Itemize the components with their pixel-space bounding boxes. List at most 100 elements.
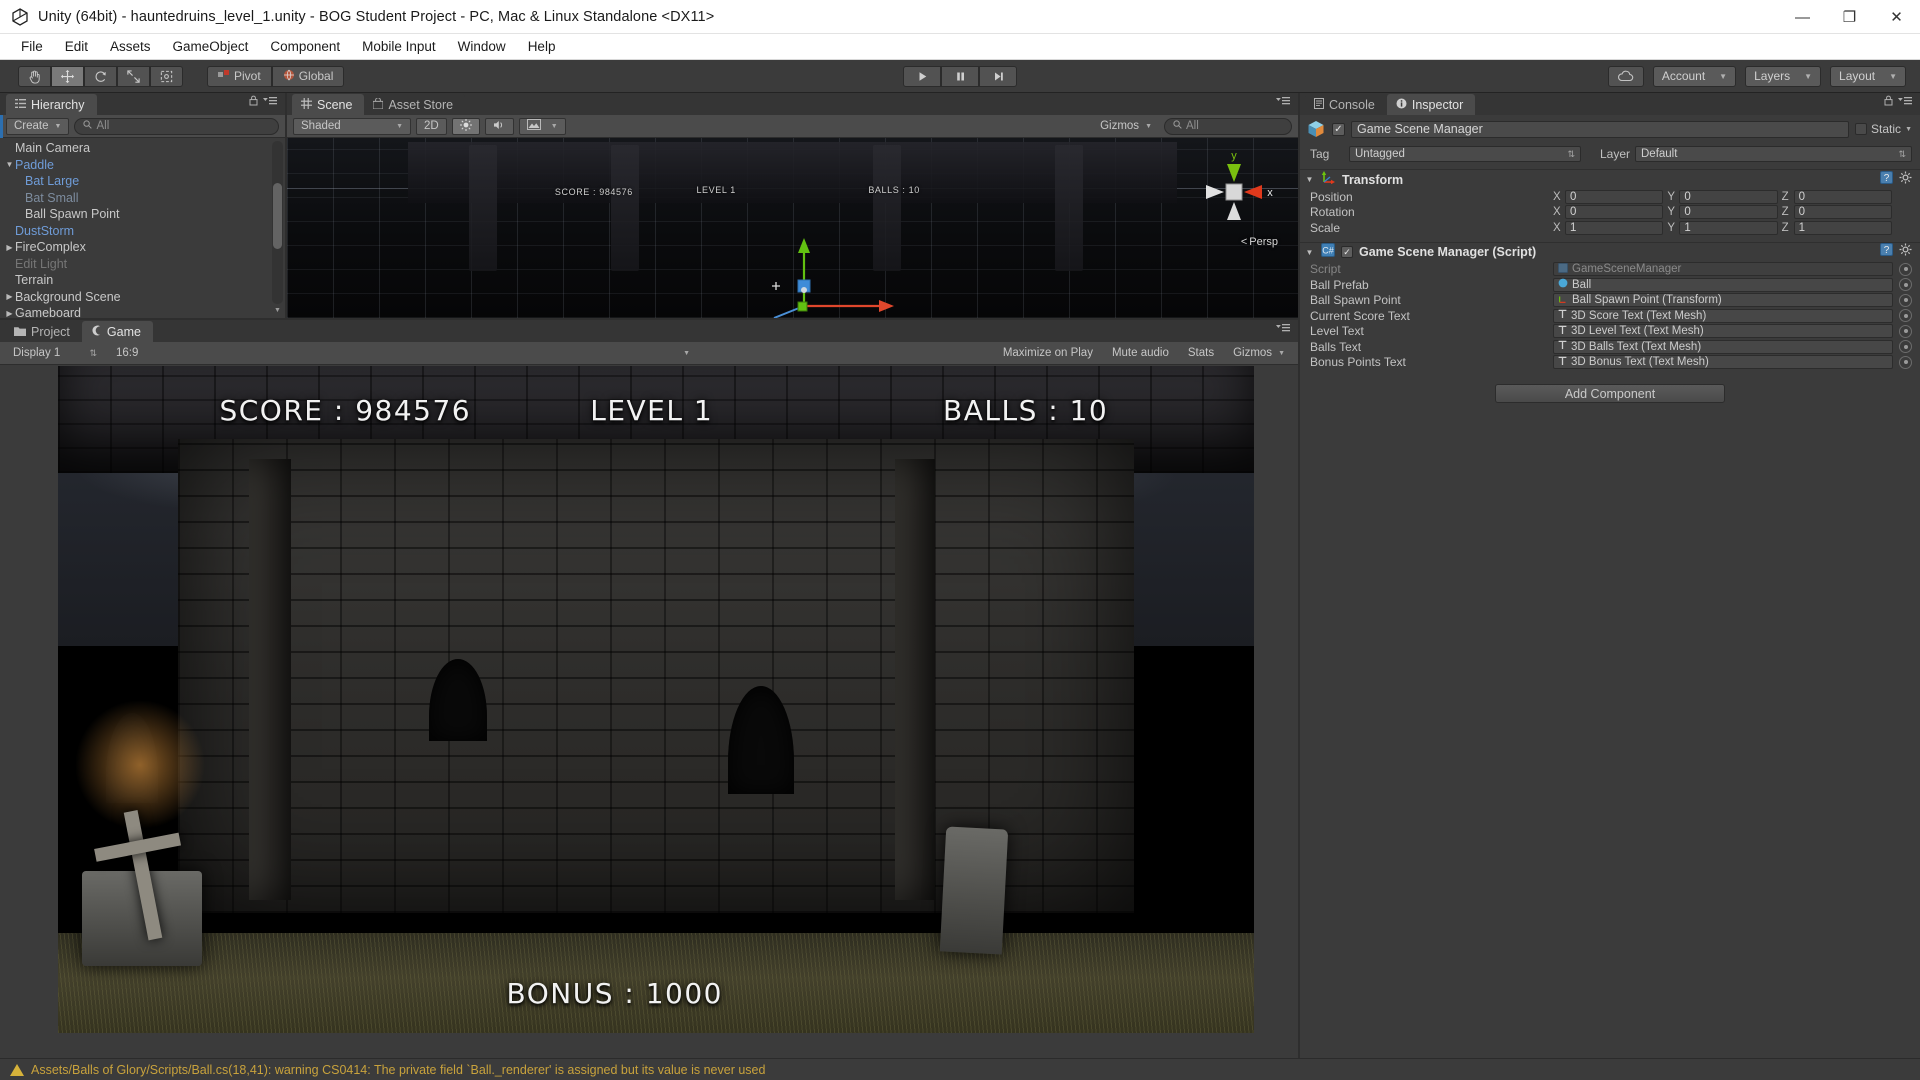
current-score-text-object-field[interactable]: 3D Score Text (Text Mesh): [1553, 308, 1893, 323]
menu-assets[interactable]: Assets: [99, 36, 162, 57]
foldout-icon[interactable]: ▼: [1304, 248, 1315, 257]
scene-search-input[interactable]: All: [1164, 117, 1292, 135]
hand-tool-button[interactable]: [18, 65, 51, 87]
cloud-icon[interactable]: [1607, 65, 1644, 87]
game-viewport[interactable]: SCORE : 984576 LEVEL 1 BALLS : 10 BONUS …: [58, 366, 1254, 1033]
close-button[interactable]: ✕: [1873, 0, 1920, 34]
play-button[interactable]: [903, 65, 941, 87]
gameobject-enabled-checkbox[interactable]: ✓: [1332, 122, 1345, 136]
script-object-field[interactable]: GameSceneManager: [1553, 262, 1893, 277]
scene-audio-toggle[interactable]: [484, 117, 514, 135]
pivot-button[interactable]: Pivot: [207, 65, 272, 87]
aspect-dropdown[interactable]: 16:9 ▼: [109, 345, 697, 362]
scene-move-gizmo[interactable]: [762, 224, 912, 318]
help-icon[interactable]: ?: [1880, 243, 1893, 261]
layout-dropdown[interactable]: Layout ▼: [1830, 65, 1906, 87]
component-header-transform[interactable]: ▼ Transform ?: [1300, 169, 1920, 189]
game-gizmos-dropdown[interactable]: Gizmos ▼: [1226, 345, 1292, 362]
bonus-points-text-object-field[interactable]: 3D Bonus Text (Text Mesh): [1553, 355, 1893, 370]
foldout-icon[interactable]: ▼: [4, 160, 15, 169]
foldout-icon[interactable]: ▼: [1304, 175, 1315, 184]
component-enabled-checkbox[interactable]: ✓: [1341, 246, 1353, 258]
step-button[interactable]: [979, 65, 1017, 87]
maximize-button[interactable]: ❐: [1826, 0, 1873, 34]
hierarchy-search-input[interactable]: All: [74, 117, 279, 135]
menu-gameobject[interactable]: GameObject: [162, 36, 260, 57]
ball-prefab-object-field[interactable]: Ball: [1553, 277, 1893, 292]
display-dropdown[interactable]: Display 1 ⇅: [6, 345, 104, 362]
help-icon[interactable]: ?: [1880, 170, 1893, 189]
component-tools[interactable]: ?: [1880, 243, 1912, 261]
gameobject-name-input[interactable]: Game Scene Manager: [1351, 120, 1850, 138]
mute-audio-toggle[interactable]: Mute audio: [1105, 345, 1176, 362]
tab-console[interactable]: Console: [1305, 94, 1387, 115]
component-header-game-scene-manager[interactable]: ▼ C# ✓ Game Scene Manager (Script) ?: [1300, 241, 1920, 262]
chevron-down-icon[interactable]: ▼: [1905, 126, 1912, 133]
scene-projection-label[interactable]: < Persp: [1241, 236, 1278, 248]
foldout-icon[interactable]: ▶: [4, 309, 15, 318]
hierarchy-item-bat-small[interactable]: Bat Small: [0, 190, 285, 207]
lock-icon[interactable]: [1884, 93, 1893, 111]
global-button[interactable]: Global: [271, 65, 345, 87]
hierarchy-item-duststorm[interactable]: DustStorm: [0, 223, 285, 240]
static-toggle[interactable]: Static ▼: [1855, 122, 1912, 136]
object-picker-button[interactable]: [1899, 262, 1912, 276]
inspector-tab-options[interactable]: [1884, 93, 1912, 111]
tab-game[interactable]: Game: [81, 321, 153, 342]
create-dropdown[interactable]: Create ▼: [6, 117, 70, 135]
rotate-tool-button[interactable]: [84, 65, 117, 87]
tab-hierarchy[interactable]: Hierarchy: [6, 94, 97, 115]
hierarchy-item-firecomplex[interactable]: ▶ FireComplex: [0, 239, 285, 256]
hierarchy-item-background-scene[interactable]: ▶ Background Scene: [0, 289, 285, 306]
component-tools[interactable]: ?: [1880, 170, 1912, 189]
account-dropdown[interactable]: Account ▼: [1652, 65, 1737, 87]
menu-component[interactable]: Component: [259, 36, 351, 57]
game-tab-options[interactable]: [1276, 320, 1290, 338]
object-picker-button[interactable]: [1899, 309, 1912, 323]
hierarchy-item-gameboard[interactable]: ▶ Gameboard: [0, 305, 285, 318]
scale-tool-button[interactable]: [117, 65, 150, 87]
hierarchy-item-ball-spawn-point[interactable]: Ball Spawn Point: [0, 206, 285, 223]
pause-button[interactable]: [941, 65, 979, 87]
tab-scene[interactable]: Scene: [292, 94, 365, 115]
object-picker-button[interactable]: [1899, 355, 1912, 369]
foldout-icon[interactable]: ▶: [4, 292, 15, 301]
stats-toggle[interactable]: Stats: [1181, 345, 1221, 362]
panel-menu-icon[interactable]: [1898, 93, 1912, 111]
rect-tool-button[interactable]: [150, 65, 183, 87]
level-text-object-field[interactable]: 3D Level Text (Text Mesh): [1553, 324, 1893, 339]
gear-icon[interactable]: [1899, 243, 1912, 261]
hierarchy-item-main-camera[interactable]: Main Camera: [0, 140, 285, 157]
scale-z-input[interactable]: 1: [1793, 220, 1892, 235]
menu-edit[interactable]: Edit: [54, 36, 99, 57]
scene-gizmos-dropdown[interactable]: Gizmos ▼: [1093, 118, 1159, 135]
object-picker-button[interactable]: [1899, 278, 1912, 292]
toggle-2d-button[interactable]: 2D: [416, 117, 447, 135]
scene-effects-toggle[interactable]: ▼: [518, 117, 566, 135]
position-y-input[interactable]: 0: [1679, 189, 1778, 204]
hierarchy-scrollbar[interactable]: [272, 141, 283, 304]
menu-file[interactable]: File: [10, 36, 54, 57]
scene-axis-gizmo[interactable]: y x: [1186, 144, 1282, 240]
chevron-down-icon[interactable]: ▼: [551, 123, 558, 130]
ball-spawn-point-object-field[interactable]: Ball Spawn Point (Transform): [1553, 293, 1893, 308]
layer-dropdown[interactable]: Default ⇅: [1635, 146, 1912, 162]
object-picker-button[interactable]: [1899, 340, 1912, 354]
scene-lighting-toggle[interactable]: [451, 117, 480, 135]
hierarchy-tree[interactable]: Main Camera ▼ Paddle Bat Large Bat Small…: [0, 138, 285, 318]
hierarchy-item-paddle[interactable]: ▼ Paddle: [0, 157, 285, 174]
panel-menu-icon[interactable]: [263, 93, 277, 111]
scale-x-input[interactable]: 1: [1565, 220, 1664, 235]
balls-text-object-field[interactable]: 3D Balls Text (Text Mesh): [1553, 339, 1893, 354]
menu-help[interactable]: Help: [517, 36, 567, 57]
shading-mode-dropdown[interactable]: Shaded ▼: [293, 117, 411, 135]
object-picker-button[interactable]: [1899, 324, 1912, 338]
hierarchy-item-terrain[interactable]: Terrain: [0, 272, 285, 289]
tab-inspector[interactable]: Inspector: [1386, 94, 1476, 115]
move-tool-button[interactable]: [51, 65, 84, 87]
minimize-button[interactable]: —: [1779, 0, 1826, 34]
tag-dropdown[interactable]: Untagged ⇅: [1349, 146, 1581, 162]
hierarchy-tab-options[interactable]: [249, 93, 277, 111]
rotation-y-input[interactable]: 0: [1679, 205, 1778, 220]
lock-icon[interactable]: [249, 93, 258, 111]
